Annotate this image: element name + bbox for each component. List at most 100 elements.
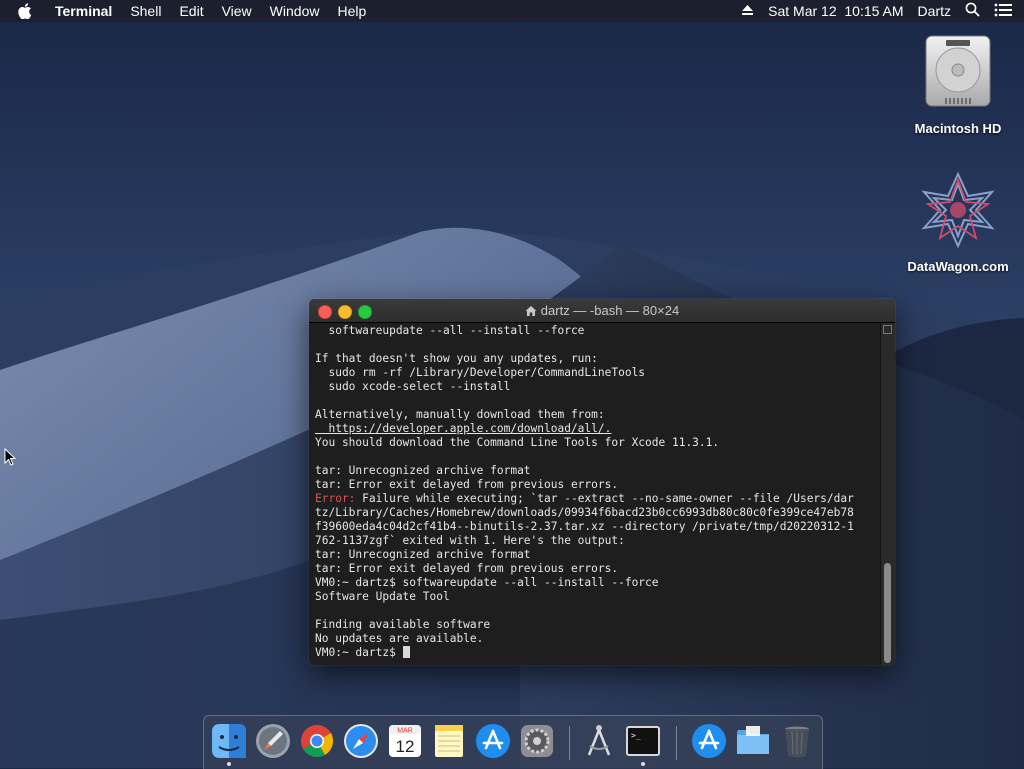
dock-separator [676,726,677,760]
menu-edit[interactable]: Edit [170,0,212,22]
mouse-cursor-icon [4,447,17,471]
terminal-line: softwareupdate --all --install --force [315,324,875,338]
terminal-line-text: tar: Unrecognized archive format [315,464,531,477]
scrollbar-split-button[interactable] [883,325,892,334]
dock: MAR 12 >_ [203,715,823,769]
dock-item-terminal[interactable]: >_ [624,722,662,766]
terminal-prompt: VM0:~ dartz$ [315,646,403,659]
terminal-line-text: No updates are available. [315,632,484,645]
terminal-line-text: tar: Unrecognized archive format [315,548,531,561]
window-title-text: dartz — -bash — 80×24 [540,303,680,318]
dock-item-chrome[interactable] [298,722,336,760]
menu-help[interactable]: Help [328,0,375,22]
terminal-line: Error: Failure while executing; `tar --e… [315,492,875,506]
terminal-line: f39600eda4c04d2cf41b4--binutils-2.37.tar… [315,520,875,534]
terminal-line: sudo xcode-select --install [315,380,875,394]
terminal-line: https://developer.apple.com/download/all… [315,422,875,436]
terminal-line-text: Alternatively, manually download them fr… [315,408,605,421]
terminal-line: Software Update Tool [315,590,875,604]
notes-icon [435,725,463,757]
dock-item-utility[interactable] [580,722,618,760]
desktop-icon-datawagon[interactable]: DataWagon.com [903,170,1013,274]
window-title: dartz — -bash — 80×24 [309,299,895,324]
eject-icon[interactable] [741,3,754,19]
calendar-day: 12 [396,737,415,756]
terminal-line: tar: Unrecognized archive format [315,548,875,562]
menu-app-name[interactable]: Terminal [46,0,121,22]
dock-item-app-store-downloads[interactable] [690,722,728,760]
terminal-line-text: softwareupdate --all --install --force [315,324,585,337]
scrollbar[interactable] [880,323,895,665]
dock-item-launchpad[interactable] [254,722,292,760]
finder-icon [212,724,246,758]
desktop-icon-label: DataWagon.com [907,259,1009,274]
terminal-icon: >_ [626,726,660,756]
svg-text:>_: >_ [631,731,641,740]
terminal-line-text: 762-1137zgf` exited with 1. Here's the o… [315,534,625,547]
terminal-line: sudo rm -rf /Library/Developer/CommandLi… [315,366,875,380]
terminal-line: tar: Error exit delayed from previous er… [315,478,875,492]
desktop-icon-macintosh-hd[interactable]: Macintosh HD [903,32,1013,136]
calendar-icon: MAR 12 [389,725,421,757]
menu-window[interactable]: Window [261,0,329,22]
user-menu[interactable]: Dartz [918,3,951,19]
clock[interactable]: Sat Mar 12 10:15 AM [768,3,903,19]
safari-icon [344,724,378,758]
terminal-line-text: sudo xcode-select --install [315,380,511,393]
dock-item-safari[interactable] [342,722,380,760]
terminal-line: tar: Unrecognized archive format [315,464,875,478]
terminal-prompt-line[interactable]: VM0:~ dartz$ [315,646,875,660]
dock-item-calendar[interactable]: MAR 12 [386,722,424,760]
notification-center-icon[interactable] [994,3,1012,20]
terminal-line: Alternatively, manually download them fr… [315,408,875,422]
hard-drive-icon [903,32,1013,117]
terminal-line: If that doesn't show you any updates, ru… [315,352,875,366]
datawagon-logo-icon [903,170,1013,255]
scrollbar-thumb[interactable] [884,563,891,663]
chrome-icon [301,725,334,758]
window-titlebar[interactable]: dartz — -bash — 80×24 [309,299,895,323]
dock-separator [569,726,570,760]
terminal-line-text: sudo rm -rf /Library/Developer/CommandLi… [315,366,646,379]
dock-item-app-store[interactable] [474,722,512,760]
terminal-window[interactable]: dartz — -bash — 80×24 softwareupdate --a… [309,299,895,665]
terminal-output[interactable]: softwareupdate --all --install --force If… [309,323,881,665]
dock-item-notes[interactable] [430,722,468,760]
trash-icon [785,726,809,758]
launchpad-icon [256,724,290,758]
error-prefix: Error: [315,492,356,505]
apple-menu-icon[interactable] [0,3,46,19]
menu-view[interactable]: View [213,0,261,22]
app-store-icon [692,724,726,758]
desktop-icon-label: Macintosh HD [914,121,1002,136]
terminal-line-text: Finding available software [315,618,491,631]
running-indicator [227,762,231,766]
folder-icon [737,726,769,754]
dock-item-trash[interactable] [778,722,816,760]
terminal-line: You should download the Command Line Too… [315,436,875,450]
terminal-line: tar: Error exit delayed from previous er… [315,562,875,576]
terminal-line-text: Failure while executing; `tar --extract … [355,492,854,505]
running-indicator [641,762,645,766]
home-folder-icon [525,301,537,324]
terminal-line: 762-1137zgf` exited with 1. Here's the o… [315,534,875,548]
dock-item-applications[interactable] [734,722,772,760]
terminal-line: Finding available software [315,618,875,632]
spotlight-search-icon[interactable] [965,2,980,20]
terminal-line: No updates are available. [315,632,875,646]
terminal-line-text: VM0:~ dartz$ softwareupdate --all --inst… [315,576,659,589]
terminal-line-text: tz/Library/Caches/Homebrew/downloads/099… [315,506,854,519]
calendar-month: MAR [397,728,413,735]
dock-item-system-preferences[interactable] [518,722,556,760]
terminal-line: VM0:~ dartz$ softwareupdate --all --inst… [315,576,875,590]
menu-shell[interactable]: Shell [121,0,170,22]
menu-bar: Terminal Shell Edit View Window Help Sat… [0,0,1024,22]
system-preferences-icon [521,725,553,757]
terminal-line-text: tar: Error exit delayed from previous er… [315,562,619,575]
dock-item-finder[interactable] [210,722,248,766]
compass-icon [587,725,611,756]
terminal-link[interactable]: https://developer.apple.com/download/all… [315,422,611,435]
